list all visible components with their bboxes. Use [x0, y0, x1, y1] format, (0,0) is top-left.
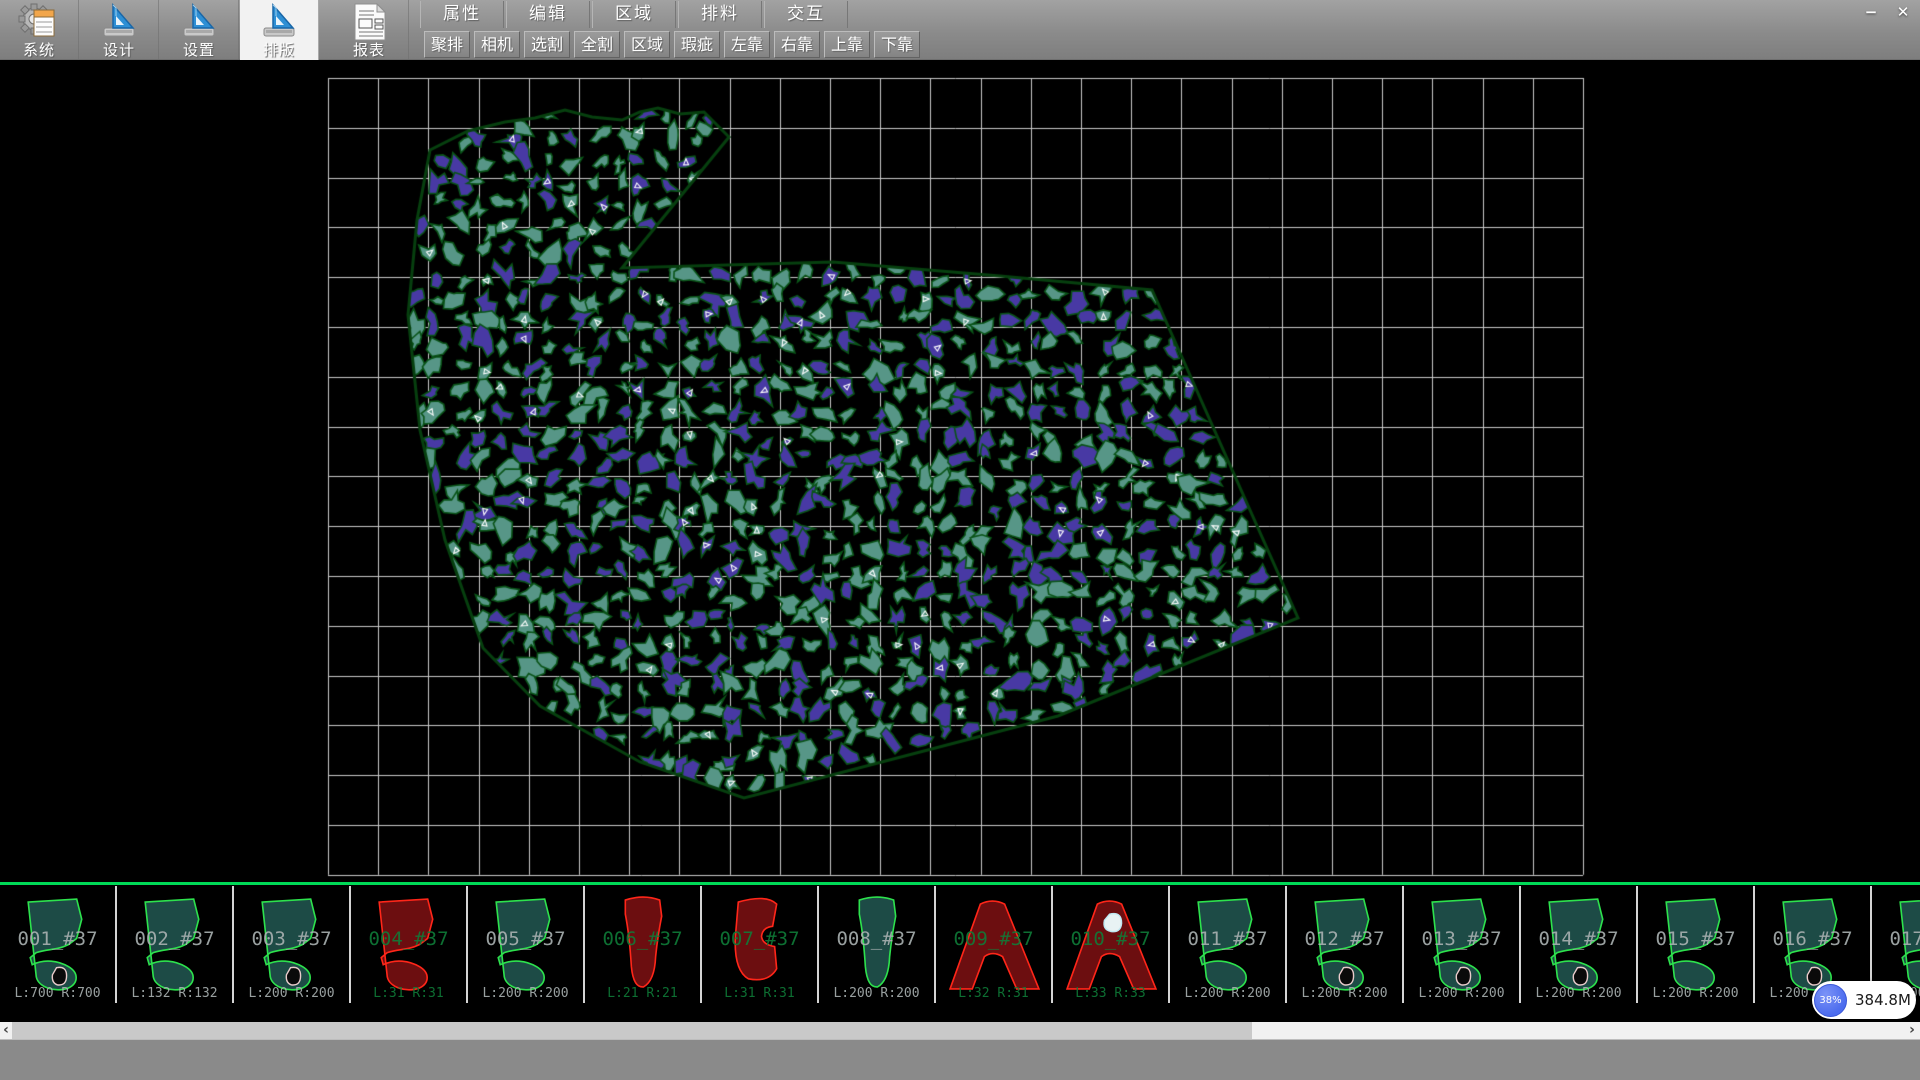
- part-thumbnail[interactable]: 004_#37L:31 R:31: [351, 886, 468, 1003]
- tool-button-snap-bottom[interactable]: 下靠: [874, 31, 920, 58]
- scroll-left-icon[interactable]: ‹: [0, 1022, 12, 1039]
- part-thumbnail[interactable]: 008_#37L:200 R:200: [819, 886, 936, 1003]
- memory-widget[interactable]: 38% 384.8M: [1812, 981, 1916, 1019]
- part-shape-icon: [1295, 890, 1396, 999]
- part-shape-icon: [476, 890, 577, 999]
- tool-button-region[interactable]: 区域: [624, 31, 670, 58]
- tool-button-snap-top[interactable]: 上靠: [824, 31, 870, 58]
- part-shape-icon: [242, 890, 343, 999]
- part-shape-icon: [1529, 890, 1630, 999]
- status-bar: [0, 1039, 1920, 1080]
- app-tab-label: 排版: [263, 42, 295, 58]
- strip-accent-line: [0, 882, 1920, 885]
- report-icon: [347, 2, 391, 42]
- part-thumbnail[interactable]: 012_#37L:200 R:200: [1287, 886, 1404, 1003]
- part-shape-icon: [8, 890, 109, 999]
- nesting-canvas[interactable]: [0, 60, 1920, 882]
- tool-button-camera[interactable]: 相机: [474, 31, 520, 58]
- progress-percent: 38%: [1819, 995, 1841, 1006]
- ruler-icon: [97, 2, 141, 42]
- ruler-icon: [257, 2, 301, 42]
- menu-tab-properties[interactable]: 属性: [420, 1, 504, 28]
- app-tab-design[interactable]: 设计: [80, 0, 159, 60]
- menu-tab-nest[interactable]: 排料: [678, 1, 762, 28]
- part-shape-icon: [359, 890, 460, 999]
- part-thumbnail[interactable]: 010_#37L:33 R:33: [1053, 886, 1170, 1003]
- part-shape-icon: [1178, 890, 1279, 999]
- part-shape-icon: [593, 890, 694, 999]
- part-thumbnail[interactable]: 014_#37L:200 R:200: [1521, 886, 1638, 1003]
- application-window: 系统设计设置排版报表属性编辑区域排料交互聚排相机选割全割区域瑕疵左靠右靠上靠下靠…: [0, 0, 1920, 1080]
- gear-icon: [17, 2, 61, 42]
- memory-value: 384.8M: [1855, 991, 1911, 1009]
- part-thumbnail[interactable]: 005_#37L:200 R:200: [468, 886, 585, 1003]
- app-tab-system[interactable]: 系统: [0, 0, 79, 60]
- part-shape-icon: [1646, 890, 1747, 999]
- tool-button-snap-right[interactable]: 右靠: [774, 31, 820, 58]
- app-tab-label: 设置: [183, 42, 215, 58]
- horizontal-scrollbar[interactable]: ‹ ›: [0, 1022, 1920, 1039]
- part-shape-icon: [944, 890, 1045, 999]
- part-thumbnail[interactable]: 006_#37L:21 R:21: [585, 886, 702, 1003]
- parts-strip: 001_#37L:700 R:700002_#37L:132 R:132003_…: [0, 886, 1920, 1003]
- part-thumbnail[interactable]: 007_#37L:31 R:31: [702, 886, 819, 1003]
- part-thumbnail[interactable]: 003_#37L:200 R:200: [234, 886, 351, 1003]
- scroll-right-icon[interactable]: ›: [1906, 1022, 1918, 1039]
- part-thumbnail[interactable]: 002_#37L:132 R:132: [117, 886, 234, 1003]
- part-shape-icon: [125, 890, 226, 999]
- tool-button-cut-all[interactable]: 全割: [574, 31, 620, 58]
- part-thumbnail[interactable]: 013_#37L:200 R:200: [1404, 886, 1521, 1003]
- menu-tab-interact[interactable]: 交互: [764, 1, 848, 28]
- part-thumbnail[interactable]: 015_#37L:200 R:200: [1638, 886, 1755, 1003]
- part-shape-icon: [827, 890, 928, 999]
- app-tab-label: 报表: [353, 42, 385, 58]
- app-tab-nesting[interactable]: 排版: [240, 0, 319, 60]
- tool-button-cluster-nest[interactable]: 聚排: [424, 31, 470, 58]
- ruler-icon: [177, 2, 221, 42]
- part-thumbnail[interactable]: 001_#37L:700 R:700: [0, 886, 117, 1003]
- minimize-button[interactable]: −: [1856, 2, 1886, 24]
- main-toolbar: 系统设计设置排版报表属性编辑区域排料交互聚排相机选割全割区域瑕疵左靠右靠上靠下靠…: [0, 0, 1920, 60]
- tool-button-defect[interactable]: 瑕疵: [674, 31, 720, 58]
- app-tab-label: 系统: [23, 42, 55, 58]
- menu-tab-edit[interactable]: 编辑: [506, 1, 590, 28]
- part-thumbnail[interactable]: 011_#37L:200 R:200: [1170, 886, 1287, 1003]
- scrollbar-thumb[interactable]: [12, 1022, 1252, 1039]
- part-shape-icon: [1412, 890, 1513, 999]
- progress-circle-icon: 38%: [1814, 984, 1847, 1017]
- menu-tab-region[interactable]: 区域: [592, 1, 676, 28]
- app-tab-setting[interactable]: 设置: [160, 0, 239, 60]
- tool-button-snap-left[interactable]: 左靠: [724, 31, 770, 58]
- close-button[interactable]: ✕: [1888, 2, 1918, 24]
- app-tab-report[interactable]: 报表: [330, 0, 409, 60]
- part-shape-icon: [710, 890, 811, 999]
- part-thumbnail[interactable]: 009_#37L:32 R:31: [936, 886, 1053, 1003]
- app-tab-label: 设计: [103, 42, 135, 58]
- part-shape-icon: [1061, 890, 1162, 999]
- tool-button-select-cut[interactable]: 选割: [524, 31, 570, 58]
